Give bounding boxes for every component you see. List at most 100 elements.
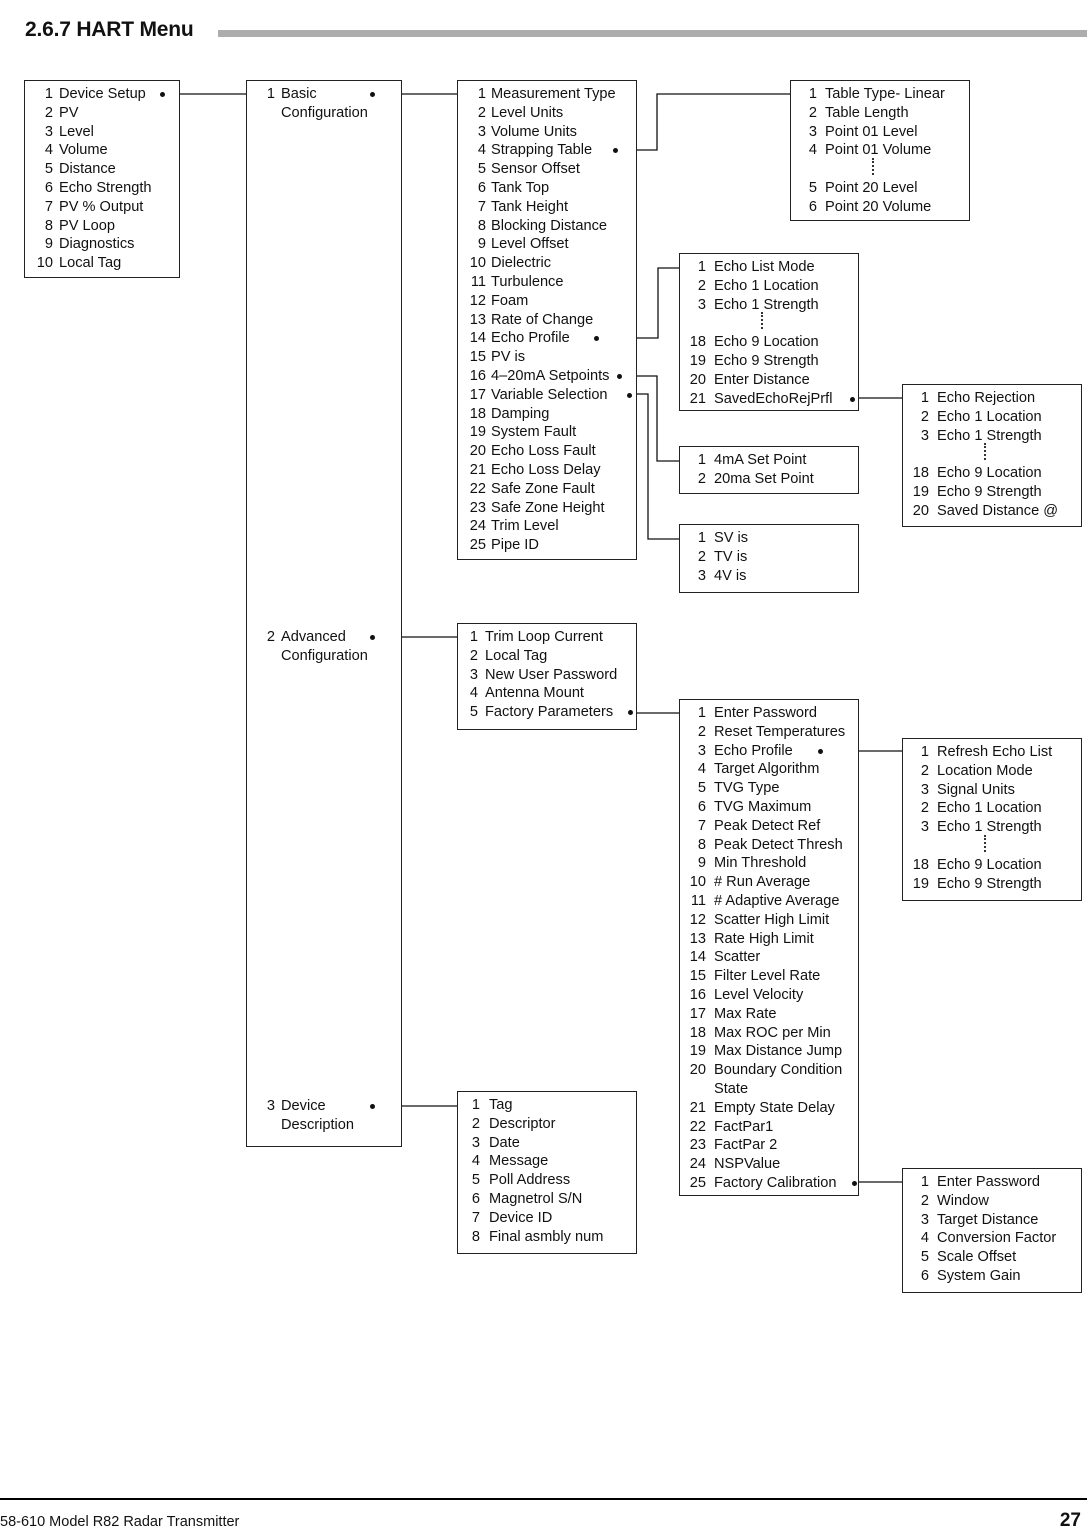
menu-item[interactable]: 7 Tank Height (458, 198, 638, 217)
menu-item[interactable]: 6 Echo Strength (25, 179, 181, 198)
menu-item[interactable]: 2 PV (25, 104, 181, 123)
menu-item[interactable]: 2 Advanced (247, 628, 403, 647)
menu-item[interactable]: 1 4mA Set Point (680, 451, 860, 470)
menu-item[interactable]: 7 Peak Detect Ref (680, 817, 860, 836)
menu-item[interactable]: 2 TV is (680, 548, 860, 567)
menu-item[interactable]: 10 Dielectric (458, 254, 638, 273)
menu-item[interactable]: 11 # Adaptive Average (680, 892, 860, 911)
menu-item[interactable]: 15 Filter Level Rate (680, 967, 860, 986)
menu-item[interactable]: 8 Final asmbly num (458, 1228, 638, 1247)
menu-item[interactable]: 20 Echo Loss Fault (458, 442, 638, 461)
menu-item[interactable]: 10 Local Tag (25, 254, 181, 273)
menu-item[interactable]: 6 TVG Maximum (680, 798, 860, 817)
menu-item[interactable]: 1 Device Setup (25, 85, 181, 104)
menu-item[interactable]: 12 Foam (458, 292, 638, 311)
menu-item[interactable]: 18 Echo 9 Location (903, 464, 1083, 483)
menu-item[interactable]: 4 Point 01 Volume (791, 141, 971, 160)
menu-item[interactable]: 2 Local Tag (458, 647, 638, 666)
menu-item[interactable]: 5 Factory Parameters (458, 703, 638, 722)
menu-item[interactable]: 4 Conversion Factor (903, 1229, 1083, 1248)
menu-item[interactable]: 3 Target Distance (903, 1211, 1083, 1230)
menu-item[interactable]: 22 Safe Zone Fault (458, 480, 638, 499)
menu-item[interactable]: 24 Trim Level (458, 517, 638, 536)
menu-item[interactable]: 3 Signal Units (903, 781, 1083, 800)
menu-item[interactable]: 3 Point 01 Level (791, 123, 971, 142)
menu-item[interactable]: 12 Scatter High Limit (680, 911, 860, 930)
menu-item[interactable]: 5 Poll Address (458, 1171, 638, 1190)
menu-item[interactable]: 25 Pipe ID (458, 536, 638, 555)
menu-item[interactable]: 1 Enter Password (903, 1173, 1083, 1192)
menu-item[interactable]: 17 Max Rate (680, 1005, 860, 1024)
menu-item[interactable]: 1 Table Type- Linear (791, 85, 971, 104)
menu-item[interactable]: 2 Level Units (458, 104, 638, 123)
menu-item[interactable]: 20 Enter Distance (680, 371, 860, 390)
menu-item[interactable]: 7 PV % Output (25, 198, 181, 217)
menu-item[interactable]: 3 4V is (680, 567, 860, 586)
menu-item[interactable]: 2 20ma Set Point (680, 470, 860, 489)
menu-item[interactable]: 19 Echo 9 Strength (680, 352, 860, 371)
menu-item[interactable]: 5 Scale Offset (903, 1248, 1083, 1267)
menu-item[interactable]: 18 Max ROC per Min (680, 1024, 860, 1043)
menu-item[interactable]: 8 Blocking Distance (458, 217, 638, 236)
menu-item[interactable]: 3 Echo 1 Strength (903, 818, 1083, 837)
menu-item[interactable]: 2 Window (903, 1192, 1083, 1211)
menu-item[interactable]: 19 Echo 9 Strength (903, 483, 1083, 502)
menu-item[interactable]: 1 Enter Password (680, 704, 860, 723)
menu-item[interactable]: 23 FactPar 2 (680, 1136, 860, 1155)
menu-item[interactable]: 3 Date (458, 1134, 638, 1153)
menu-item[interactable]: 5 Point 20 Level (791, 179, 971, 198)
menu-item[interactable]: 2 Echo 1 Location (903, 408, 1083, 427)
menu-item[interactable]: 2 Location Mode (903, 762, 1083, 781)
menu-item[interactable]: 14 Echo Profile (458, 329, 638, 348)
menu-item[interactable]: 16 4–20mA Setpoints (458, 367, 638, 386)
menu-item[interactable]: 1 Measurement Type (458, 85, 638, 104)
menu-item[interactable]: 2 Reset Temperatures (680, 723, 860, 742)
menu-item[interactable]: 3 Volume Units (458, 123, 638, 142)
menu-item[interactable]: 3 New User Password (458, 666, 638, 685)
menu-item[interactable]: 22 FactPar1 (680, 1118, 860, 1137)
menu-item[interactable]: 24 NSPValue (680, 1155, 860, 1174)
menu-item[interactable]: 9 Level Offset (458, 235, 638, 254)
menu-item[interactable]: 14 Scatter (680, 948, 860, 967)
menu-item[interactable]: 4 Volume (25, 141, 181, 160)
menu-item[interactable]: 1 SV is (680, 529, 860, 548)
menu-item[interactable]: 3 Echo Profile (680, 742, 860, 761)
menu-item[interactable]: 21 SavedEchoRejPrfl (680, 390, 860, 409)
menu-item[interactable]: 20 Saved Distance @ (903, 502, 1083, 521)
menu-item[interactable]: 16 Level Velocity (680, 986, 860, 1005)
menu-item[interactable]: 21 Empty State Delay (680, 1099, 860, 1118)
menu-item[interactable]: 13 Rate of Change (458, 311, 638, 330)
menu-item[interactable]: 4 Target Algorithm (680, 760, 860, 779)
menu-item[interactable]: 19 System Fault (458, 423, 638, 442)
menu-item[interactable]: 2 Descriptor (458, 1115, 638, 1134)
menu-item[interactable]: 2 Table Length (791, 104, 971, 123)
menu-item[interactable]: 6 Tank Top (458, 179, 638, 198)
menu-item[interactable]: 13 Rate High Limit (680, 930, 860, 949)
menu-item[interactable]: 1 Basic (247, 85, 403, 104)
menu-item[interactable]: 6 Magnetrol S/N (458, 1190, 638, 1209)
menu-item[interactable]: 4 Message (458, 1152, 638, 1171)
menu-item[interactable]: 3 Echo 1 Strength (903, 427, 1083, 446)
menu-item[interactable]: 19 Echo 9 Strength (903, 875, 1083, 894)
menu-item[interactable]: 23 Safe Zone Height (458, 499, 638, 518)
menu-item[interactable]: 21 Echo Loss Delay (458, 461, 638, 480)
menu-item[interactable]: 1 Refresh Echo List (903, 743, 1083, 762)
menu-item[interactable]: 3 Echo 1 Strength (680, 296, 860, 315)
menu-item[interactable]: 5 Sensor Offset (458, 160, 638, 179)
menu-item[interactable]: 18 Echo 9 Location (903, 856, 1083, 875)
menu-item[interactable]: 19 Max Distance Jump (680, 1042, 860, 1061)
menu-item[interactable]: 6 System Gain (903, 1267, 1083, 1286)
menu-item[interactable]: 18 Damping (458, 405, 638, 424)
menu-item[interactable]: 1 Echo Rejection (903, 389, 1083, 408)
menu-item[interactable]: 18 Echo 9 Location (680, 333, 860, 352)
menu-item[interactable]: 2 Echo 1 Location (903, 799, 1083, 818)
menu-item[interactable]: 25 Factory Calibration (680, 1174, 860, 1193)
menu-item[interactable]: 9 Min Threshold (680, 854, 860, 873)
menu-item[interactable]: 20 Boundary Condition (680, 1061, 860, 1080)
menu-item[interactable]: 5 Distance (25, 160, 181, 179)
menu-item[interactable]: 4 Antenna Mount (458, 684, 638, 703)
menu-item[interactable]: 3 Device (247, 1097, 403, 1116)
menu-item[interactable]: 1 Tag (458, 1096, 638, 1115)
menu-item[interactable]: 4 Strapping Table (458, 141, 638, 160)
menu-item[interactable]: 8 Peak Detect Thresh (680, 836, 860, 855)
